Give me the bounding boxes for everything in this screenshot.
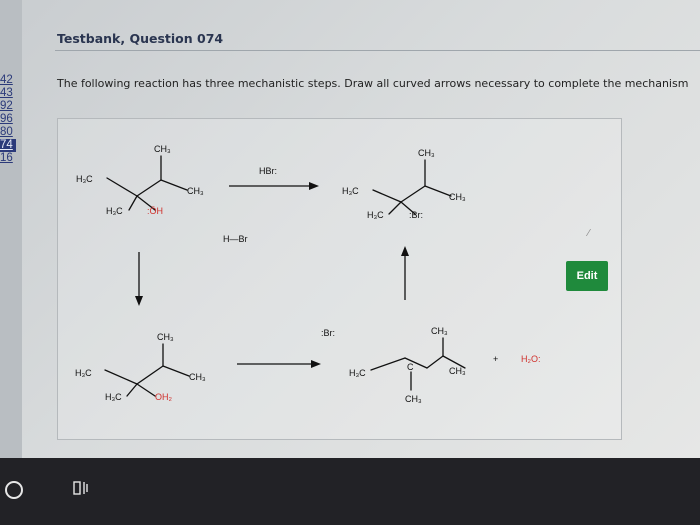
intermediate-1-right-label: CH₃ <box>189 372 206 382</box>
task-view-icon[interactable] <box>72 478 92 498</box>
question-link-selected[interactable]: 74 <box>0 139 16 152</box>
arrow-right-top <box>229 182 319 190</box>
reactant-bonds <box>106 155 188 211</box>
intermediate-1-left-label: H₃C <box>75 368 92 378</box>
question-link[interactable]: 42 <box>0 74 16 87</box>
reactant-top-label: CH₃ <box>154 144 171 154</box>
intermediate-2-bottom-label: CH₃ <box>405 394 422 404</box>
question-list-strip <box>0 0 22 458</box>
plus-sign: + <box>493 354 498 364</box>
title-divider <box>55 50 700 51</box>
reactant-bottom-left-label: H₃C <box>106 206 123 216</box>
hbr-label: H—Br <box>223 234 248 244</box>
intermediate-2-bonds <box>370 337 466 391</box>
product-left-label: H₃C <box>342 186 359 196</box>
mechanism-canvas[interactable]: CH₃ H₃C CH₃ H₃C :ÖH HBr: CH₃ H₃C CH₃ H₃C… <box>59 120 618 436</box>
intermediate-1-bottom-left-label: H₃C <box>105 392 122 402</box>
reactant-right-label: CH₃ <box>187 186 204 196</box>
page-title: Testbank, Question 074 <box>57 31 224 46</box>
question-link[interactable]: 96 <box>0 113 16 126</box>
question-link[interactable]: 43 <box>0 87 16 100</box>
intermediate-2-top-label: CH₃ <box>431 326 448 336</box>
arrow-down <box>135 252 143 306</box>
carbocation-label: C <box>407 362 414 372</box>
edit-button[interactable]: Edit <box>566 261 608 291</box>
bromide-label: :Br: <box>321 328 335 338</box>
arrow-right-bottom <box>237 360 321 368</box>
question-list: 42 43 92 96 80 74 16 <box>0 74 16 165</box>
intermediate-2-left-label: H₃C <box>349 368 366 378</box>
question-link[interactable]: 16 <box>0 152 16 165</box>
intermediate-1-oxonium-label: OH₂ <box>155 392 173 402</box>
product-top-label: CH₃ <box>418 148 435 158</box>
product-bonds <box>372 159 452 215</box>
question-text: The following reaction has three mechani… <box>57 77 689 90</box>
arrow-up <box>401 246 409 300</box>
start-circle-icon[interactable] <box>5 481 23 499</box>
reactant-hydroxyl-label: :ÖH <box>147 206 163 216</box>
question-link[interactable]: 80 <box>0 126 16 139</box>
intermediate-1-bonds <box>104 343 190 397</box>
taskbar <box>0 458 700 525</box>
product-right-label: CH₃ <box>449 192 466 202</box>
product-bromine-label: :Br: <box>409 210 423 220</box>
product-bottom-left-label: H₃C <box>367 210 384 220</box>
reagent-label: HBr: <box>259 166 277 176</box>
screen: 42 43 92 96 80 74 16 Testbank, Question … <box>0 0 700 458</box>
pencil-icon: ⁄ <box>588 228 590 239</box>
intermediate-2-right-label: CH₃ <box>449 366 466 376</box>
reactant-left-label: H₃C <box>76 174 93 184</box>
intermediate-1-top-label: CH₃ <box>157 332 174 342</box>
water-label: H₂O: <box>521 354 541 364</box>
question-link[interactable]: 92 <box>0 100 16 113</box>
